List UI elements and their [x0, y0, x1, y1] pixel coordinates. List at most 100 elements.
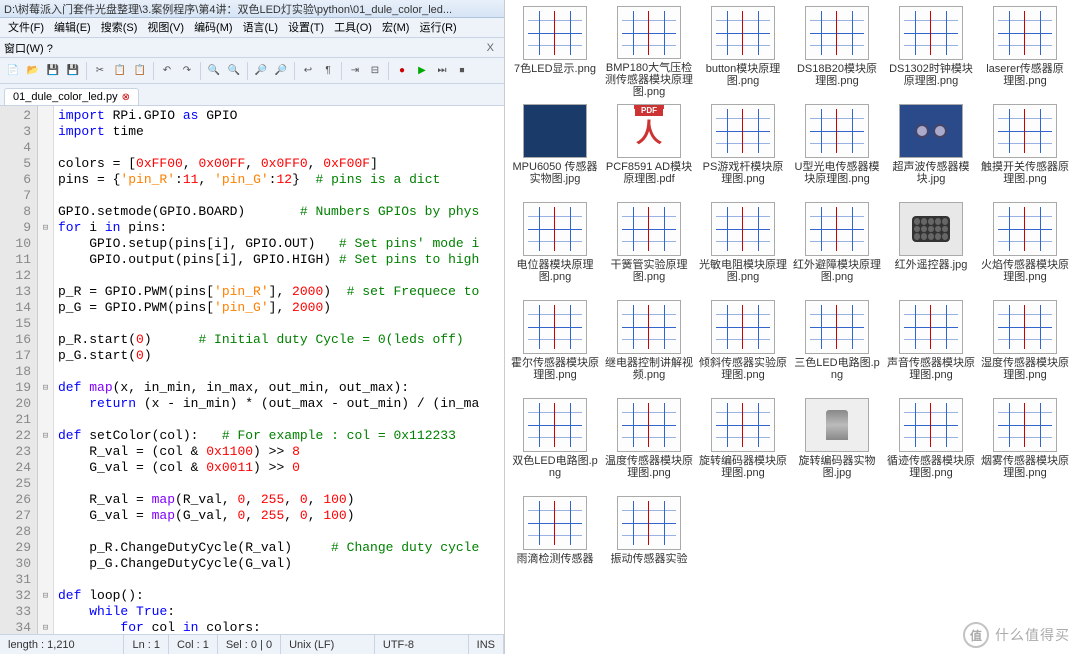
tab-dirty-icon: ⊗ [122, 92, 130, 103]
paste-icon[interactable]: 📋 [131, 62, 149, 80]
file-tile[interactable]: BMP180大气压检测传感器模块原理图.png [603, 4, 695, 100]
file-tile[interactable]: 红外避障模块原理图.png [791, 200, 883, 296]
file-name: BMP180大气压检测传感器模块原理图.png [605, 62, 693, 98]
file-tile[interactable]: 双色LED电路图.png [509, 396, 601, 492]
status-sel: Sel : 0 | 0 [218, 635, 281, 654]
undo-icon[interactable]: ↶ [158, 62, 176, 80]
file-tile[interactable]: 旋转编码器模块原理图.png [697, 396, 789, 492]
tab-label: 01_dule_color_led.py [13, 91, 118, 103]
menu-item[interactable]: 工具(O) [330, 18, 376, 36]
file-tile[interactable]: DS1302时钟模块原理图.png [885, 4, 977, 100]
menu-item[interactable]: 语言(L) [239, 18, 282, 36]
window-title: D:\树莓派入门套件光盘整理\3.案例程序\第4讲：双色LED灯实验\pytho… [0, 0, 504, 18]
file-tile[interactable]: 烟雾传感器模块原理图.png [979, 396, 1071, 492]
file-name: 旋转编码器实物图.jpg [793, 455, 881, 479]
file-tile[interactable]: MPU6050 传感器实物图.jpg [509, 102, 601, 198]
file-tile[interactable]: PDF人PCF8591 AD模块原理图.pdf [603, 102, 695, 198]
file-tile[interactable]: button模块原理图.png [697, 4, 789, 100]
replace-icon[interactable]: 🔍 [225, 62, 243, 80]
close-icon[interactable]: X [487, 42, 500, 54]
zoom-out-icon[interactable]: 🔎 [272, 62, 290, 80]
menu-item[interactable]: 编辑(E) [50, 18, 95, 36]
file-name: 超声波传感器模块.jpg [887, 161, 975, 185]
status-col: Col : 1 [169, 635, 218, 654]
wrap-icon[interactable]: ↩ [299, 62, 317, 80]
file-thumbnail [899, 300, 963, 354]
file-name: 湿度传感器模块原理图.png [981, 357, 1069, 381]
save-icon[interactable]: 💾 [44, 62, 62, 80]
file-thumbnail [523, 202, 587, 256]
file-thumbnail: PDF人 [617, 104, 681, 158]
menu-item[interactable]: 视图(V) [143, 18, 188, 36]
menu-item[interactable]: 设置(T) [284, 18, 328, 36]
menu-item[interactable]: 运行(R) [415, 18, 460, 36]
file-name: 循迹传感器模块原理图.png [887, 455, 975, 479]
tab-file[interactable]: 01_dule_color_led.py ⊗ [4, 88, 139, 105]
file-tile[interactable]: 雨滴检测传感器 [509, 494, 601, 590]
open-icon[interactable]: 📂 [24, 62, 42, 80]
status-ins: INS [469, 635, 504, 654]
fold-icon[interactable]: ⊟ [366, 62, 384, 80]
save-all-icon[interactable]: 💾 [64, 62, 82, 80]
file-tile[interactable]: 倾斜传感器实验原理图.png [697, 298, 789, 394]
file-tile[interactable]: 触摸开关传感器原理图.png [979, 102, 1071, 198]
ff-icon[interactable]: ⏭ [433, 62, 451, 80]
play-icon[interactable]: ▶ [413, 62, 431, 80]
file-name: 倾斜传感器实验原理图.png [699, 357, 787, 381]
file-tile[interactable]: DS18B20模块原理图.png [791, 4, 883, 100]
zoom-in-icon[interactable]: 🔎 [252, 62, 270, 80]
file-tile[interactable]: laserer传感器原理图.png [979, 4, 1071, 100]
file-grid: 7色LED显示.png BMP180大气压检测传感器模块原理图.pngbutton… [509, 4, 1076, 590]
cut-icon[interactable]: ✂ [91, 62, 109, 80]
file-tile[interactable]: 红外遥控器.jpg [885, 200, 977, 296]
file-tile[interactable]: 三色LED电路图.png [791, 298, 883, 394]
file-tile[interactable]: 声音传感器模块原理图.png [885, 298, 977, 394]
file-tile[interactable]: 干簧管实验原理图.png [603, 200, 695, 296]
file-tile[interactable]: 电位器模块原理图.png [509, 200, 601, 296]
copy-icon[interactable]: 📋 [111, 62, 129, 80]
indent-icon[interactable]: ⇥ [346, 62, 364, 80]
file-thumbnail [993, 202, 1057, 256]
file-thumbnail [711, 202, 775, 256]
menu-item[interactable]: 编码(M) [190, 18, 237, 36]
file-tile[interactable]: 振动传感器实验 [603, 494, 695, 590]
menu-window[interactable]: 窗口(W) ? [4, 40, 53, 56]
file-thumbnail [617, 398, 681, 452]
menu-item[interactable]: 宏(M) [378, 18, 414, 36]
file-name: 电位器模块原理图.png [511, 259, 599, 283]
file-tile[interactable]: 超声波传感器模块.jpg [885, 102, 977, 198]
redo-icon[interactable]: ↷ [178, 62, 196, 80]
watermark-text: 什么值得买 [995, 625, 1070, 645]
editor-pane: D:\树莓派入门套件光盘整理\3.案例程序\第4讲：双色LED灯实验\pytho… [0, 0, 505, 654]
file-name: 烟雾传感器模块原理图.png [981, 455, 1069, 479]
file-tile[interactable]: 湿度传感器模块原理图.png [979, 298, 1071, 394]
record-icon[interactable]: ● [393, 62, 411, 80]
file-tile[interactable]: 循迹传感器模块原理图.png [885, 396, 977, 492]
file-tile[interactable]: U型光电传感器模块原理图.png [791, 102, 883, 198]
status-enc: UTF-8 [375, 635, 469, 654]
file-tile[interactable]: 7色LED显示.png [509, 4, 601, 100]
file-tile[interactable]: 旋转编码器实物图.jpg [791, 396, 883, 492]
file-name: 三色LED电路图.png [793, 357, 881, 381]
file-tile[interactable]: 继电器控制讲解视频.png [603, 298, 695, 394]
file-tile[interactable]: 霍尔传感器模块原理图.png [509, 298, 601, 394]
menu-item[interactable]: 文件(F) [4, 18, 48, 36]
file-thumbnail [523, 398, 587, 452]
file-name: 7色LED显示.png [514, 63, 596, 75]
file-tile[interactable]: PS游戏杆模块原理图.png [697, 102, 789, 198]
stop-icon[interactable]: ⏹ [453, 62, 471, 80]
menu-item[interactable]: 搜索(S) [97, 18, 142, 36]
file-thumbnail [899, 6, 963, 60]
file-thumbnail [805, 202, 869, 256]
file-tile[interactable]: 光敏电阻模块原理图.png [697, 200, 789, 296]
file-name: 霍尔传感器模块原理图.png [511, 357, 599, 381]
code-content[interactable]: import RPi.GPIO as GPIO import time colo… [54, 106, 504, 634]
new-file-icon[interactable]: 📄 [4, 62, 22, 80]
code-editor[interactable]: 2345678910111213141516171819202122232425… [0, 106, 504, 634]
file-name: 红外避障模块原理图.png [793, 259, 881, 283]
ws-icon[interactable]: ¶ [319, 62, 337, 80]
status-bar: length : 1,210 Ln : 1 Col : 1 Sel : 0 | … [0, 634, 504, 654]
file-tile[interactable]: 温度传感器模块原理图.png [603, 396, 695, 492]
find-icon[interactable]: 🔍 [205, 62, 223, 80]
file-tile[interactable]: 火焰传感器模块原理图.png [979, 200, 1071, 296]
